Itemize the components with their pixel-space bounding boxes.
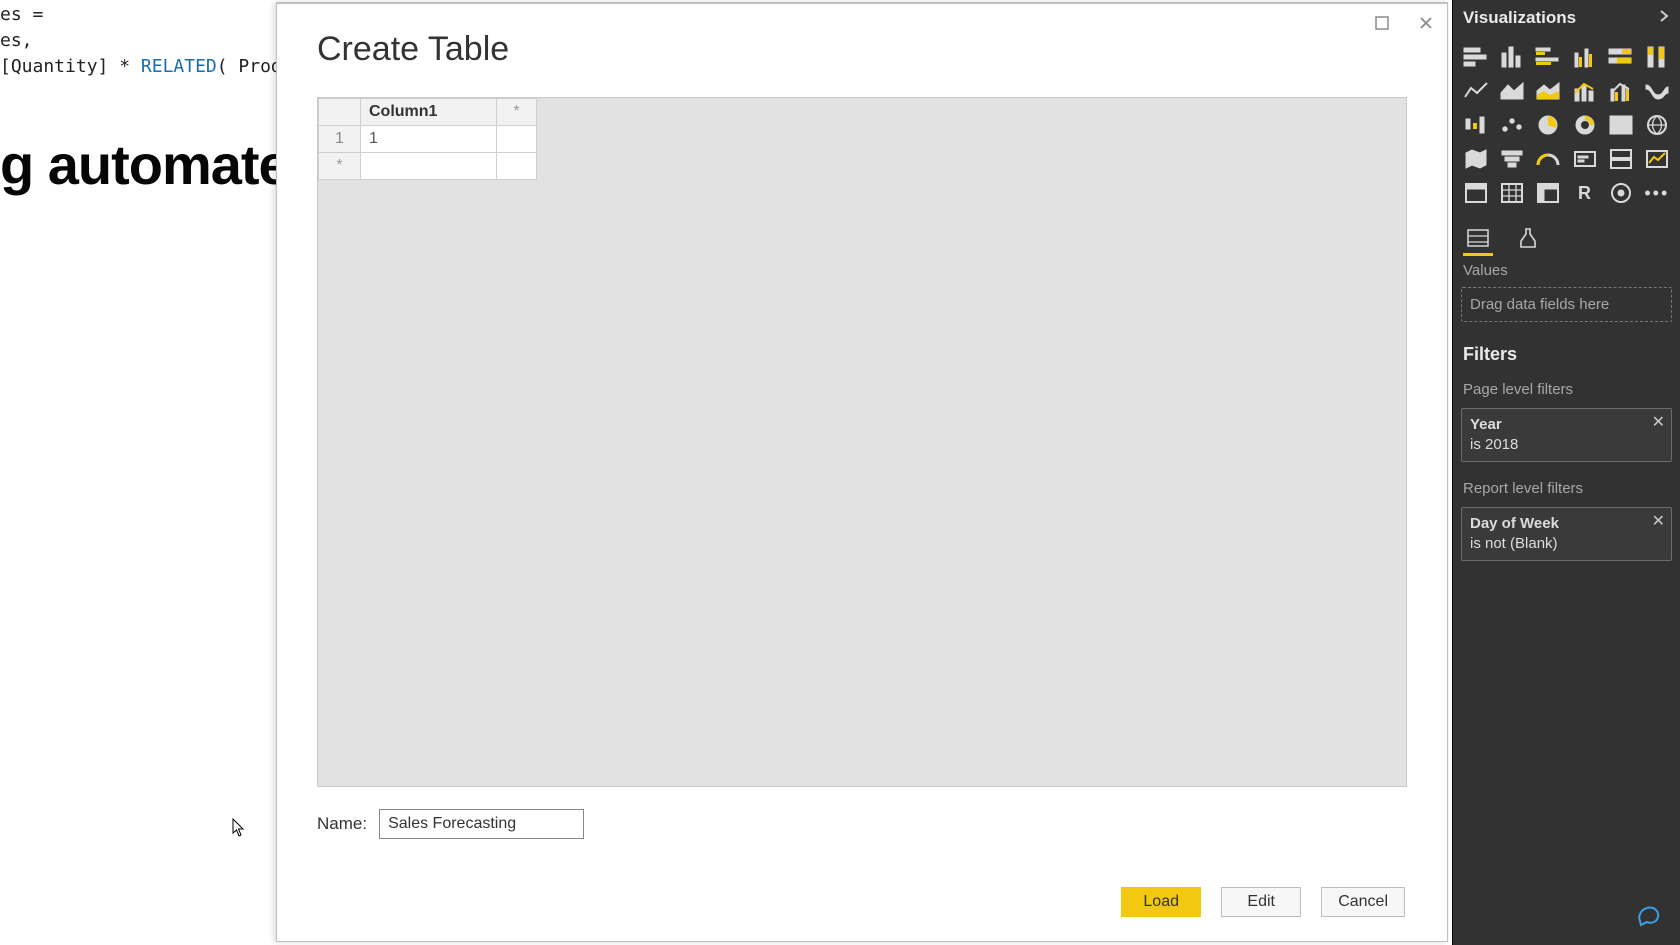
matrix-visual-icon[interactable] <box>1531 178 1565 208</box>
code-keyword: RELATED <box>141 56 217 77</box>
area-chart-icon[interactable] <box>1495 76 1529 106</box>
line-stacked-column-chart-icon[interactable] <box>1568 76 1602 106</box>
stacked-bar-chart-icon[interactable] <box>1459 42 1493 72</box>
row-number: 1 <box>319 126 361 153</box>
empty-cell[interactable] <box>361 153 497 180</box>
cancel-button[interactable]: Cancel <box>1321 887 1405 917</box>
filters-heading: Filters <box>1453 332 1680 371</box>
table-header-row: Column1 * <box>319 99 537 126</box>
kpi-visual-icon[interactable] <box>1640 144 1674 174</box>
ribbon-chart-icon[interactable] <box>1640 76 1674 106</box>
maximize-button[interactable] <box>1367 10 1397 36</box>
hundred-percent-column-chart-icon[interactable] <box>1640 42 1674 72</box>
table-row: 1 1 <box>319 126 537 153</box>
pie-chart-icon[interactable] <box>1531 110 1565 140</box>
dialog-title: Create Table <box>317 30 1407 69</box>
table-name-row: Name: <box>317 809 1407 839</box>
filter-card-year[interactable]: Year is 2018 ✕ <box>1461 408 1672 462</box>
empty-cell[interactable] <box>497 153 537 180</box>
report-level-filters-label: Report level filters <box>1453 470 1680 501</box>
corner-cell <box>319 99 361 126</box>
format-tab[interactable] <box>1513 224 1543 252</box>
code-snippet: es = es, [Quantity] * RELATED( Products[ <box>0 0 280 80</box>
visualizations-panel: Visualizations <box>1452 0 1680 945</box>
add-row-button[interactable]: * <box>319 153 361 180</box>
filter-condition: is not (Blank) <box>1470 534 1643 554</box>
load-button[interactable]: Load <box>1121 887 1201 917</box>
page-level-filters-label: Page level filters <box>1453 371 1680 402</box>
slicer-visual-icon[interactable] <box>1459 178 1493 208</box>
more-visuals-icon[interactable]: ••• <box>1640 178 1674 208</box>
name-label: Name: <box>317 814 367 834</box>
gauge-chart-icon[interactable] <box>1531 144 1565 174</box>
dialog-titlebar <box>1367 10 1441 36</box>
remove-filter-icon[interactable]: ✕ <box>1652 512 1665 532</box>
line-clustered-column-chart-icon[interactable] <box>1604 76 1638 106</box>
code-line-3a: [Quantity] * <box>0 56 141 77</box>
funnel-chart-icon[interactable] <box>1495 144 1529 174</box>
visualizations-title: Visualizations <box>1463 8 1576 28</box>
visualization-type-gallery: R ••• <box>1453 38 1680 218</box>
background-heading: g automated <box>0 132 280 197</box>
empty-cell[interactable] <box>497 126 537 153</box>
waterfall-chart-icon[interactable] <box>1459 110 1493 140</box>
treemap-chart-icon[interactable] <box>1604 110 1638 140</box>
arcgis-map-icon[interactable] <box>1604 178 1638 208</box>
enter-data-table: Column1 * 1 1 * <box>318 98 537 180</box>
format-tabs <box>1453 218 1680 252</box>
column-header[interactable]: Column1 <box>361 99 497 126</box>
filter-card-day-of-week[interactable]: Day of Week is not (Blank) ✕ <box>1461 507 1672 561</box>
close-button[interactable] <box>1411 10 1441 36</box>
filled-map-chart-icon[interactable] <box>1459 144 1493 174</box>
values-drop-zone[interactable]: Drag data fields here <box>1461 287 1672 322</box>
dialog-button-row: Load Edit Cancel <box>317 887 1407 917</box>
r-script-visual-icon[interactable]: R <box>1568 178 1602 208</box>
add-row: * <box>319 153 537 180</box>
values-label: Values <box>1453 252 1680 283</box>
line-chart-icon[interactable] <box>1459 76 1493 106</box>
code-line-3b: ( Products[ <box>217 56 280 77</box>
map-chart-icon[interactable] <box>1640 110 1674 140</box>
hundred-percent-bar-chart-icon[interactable] <box>1604 42 1638 72</box>
add-column-button[interactable]: * <box>497 99 537 126</box>
expand-panel-icon[interactable] <box>1658 8 1670 28</box>
stacked-column-chart-icon[interactable] <box>1495 42 1529 72</box>
remove-filter-icon[interactable]: ✕ <box>1652 413 1665 433</box>
ask-a-question-icon[interactable] <box>1636 903 1662 933</box>
table-visual-icon[interactable] <box>1495 178 1529 208</box>
background-code-area: es = es, [Quantity] * RELATED( Products[… <box>0 0 280 945</box>
dialog-body: Create Table Column1 * 1 1 * <box>277 4 1447 941</box>
filter-condition: is 2018 <box>1470 435 1643 455</box>
scatter-chart-icon[interactable] <box>1495 110 1529 140</box>
svg-text:R: R <box>1578 183 1591 203</box>
donut-chart-icon[interactable] <box>1568 110 1602 140</box>
filter-title: Day of Week <box>1470 514 1643 534</box>
clustered-column-chart-icon[interactable] <box>1568 42 1602 72</box>
fields-tab[interactable] <box>1463 224 1493 252</box>
data-cell[interactable]: 1 <box>361 126 497 153</box>
enter-data-grid[interactable]: Column1 * 1 1 * <box>317 97 1407 787</box>
code-line-2: es, <box>0 30 33 51</box>
create-table-dialog: Create Table Column1 * 1 1 * <box>276 2 1448 942</box>
filter-title: Year <box>1470 415 1643 435</box>
edit-button[interactable]: Edit <box>1221 887 1301 917</box>
table-name-input[interactable] <box>379 809 584 839</box>
visualizations-header: Visualizations <box>1453 0 1680 38</box>
multi-row-card-icon[interactable] <box>1604 144 1638 174</box>
stacked-area-chart-icon[interactable] <box>1531 76 1565 106</box>
card-visual-icon[interactable] <box>1568 144 1602 174</box>
clustered-bar-chart-icon[interactable] <box>1531 42 1565 72</box>
code-line-1: es = <box>0 4 43 25</box>
